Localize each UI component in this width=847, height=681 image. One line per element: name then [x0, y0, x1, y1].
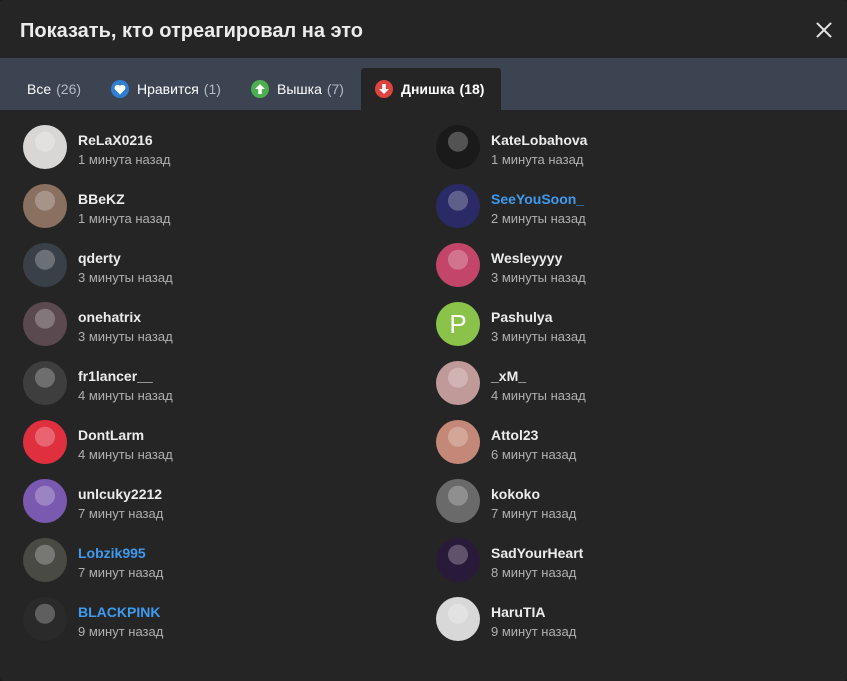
- reaction-time: 7 минут назад: [491, 506, 577, 521]
- reaction-time: 7 минут назад: [78, 506, 164, 521]
- reaction-time: 9 минут назад: [491, 624, 577, 639]
- reaction-time: 3 минуты назад: [78, 270, 173, 285]
- avatar[interactable]: P: [436, 302, 480, 346]
- tab-count: (1): [203, 81, 221, 97]
- heart-icon: [111, 80, 129, 98]
- username-link[interactable]: ReLaX0216: [78, 132, 153, 148]
- avatar[interactable]: [436, 479, 480, 523]
- user-list-item: Lobzik995 7 минут назад: [23, 538, 413, 597]
- tab-count: (26): [56, 81, 82, 97]
- username-link[interactable]: Attol23: [491, 427, 538, 443]
- reaction-time: 1 минута назад: [78, 152, 171, 167]
- user-list-item: unlcuky2212 7 минут назад: [23, 479, 413, 538]
- username-link[interactable]: BLACKPINK: [78, 604, 160, 620]
- username-link[interactable]: Wesleyyyy: [491, 250, 562, 266]
- dialog-header: Показать, кто отреагировал на это: [0, 0, 847, 58]
- arrow-up-icon: [251, 80, 269, 98]
- users-column-left: ReLaX0216 1 минута назад BBeKZ 1 минута наз…: [23, 125, 413, 656]
- tab-downvote[interactable]: Днишка (18): [361, 68, 501, 110]
- username-link[interactable]: kokoko: [491, 486, 540, 502]
- reaction-time: 7 минут назад: [78, 565, 164, 580]
- username-link[interactable]: fr1lancer__: [78, 368, 153, 384]
- user-list-item: fr1lancer__ 4 минуты назад: [23, 361, 413, 420]
- avatar[interactable]: [23, 125, 67, 169]
- avatar[interactable]: [436, 243, 480, 287]
- tab-like[interactable]: Нравится (1): [97, 68, 235, 110]
- user-list-item: onehatrix 3 минуты назад: [23, 302, 413, 361]
- user-list-item: _xM_ 4 минуты назад: [436, 361, 826, 420]
- user-list-item: Wesleyyyy 3 минуты назад: [436, 243, 826, 302]
- reaction-time: 4 минуты назад: [491, 388, 586, 403]
- user-list-item: SadYourHeart 8 минут назад: [436, 538, 826, 597]
- reaction-time: 3 минуты назад: [491, 329, 586, 344]
- tab-label: Нравится: [137, 81, 199, 97]
- tab-label: Днишка: [401, 81, 455, 97]
- username-link[interactable]: KateLobahova: [491, 132, 587, 148]
- user-list-item: BBeKZ 1 минута назад: [23, 184, 413, 243]
- avatar[interactable]: [23, 479, 67, 523]
- tab-label: Все: [27, 81, 52, 97]
- user-list-item: KateLobahova 1 минута назад: [436, 125, 826, 184]
- username-link[interactable]: SeeYouSoon_: [491, 191, 584, 207]
- user-list-item: P Pashulya 3 минуты назад: [436, 302, 826, 361]
- reaction-time: 9 минут назад: [78, 624, 164, 639]
- avatar[interactable]: [436, 361, 480, 405]
- reaction-time: 6 минут назад: [491, 447, 577, 462]
- tab-upvote[interactable]: Вышка (7): [237, 68, 358, 110]
- avatar[interactable]: [23, 184, 67, 228]
- reactions-dialog: Показать, кто отреагировал на это Все (2…: [0, 0, 847, 681]
- avatar[interactable]: [436, 420, 480, 464]
- reaction-tabs: Все (26) Нравится (1) Вышка (7) Днишка (…: [0, 58, 847, 110]
- avatar[interactable]: [436, 125, 480, 169]
- username-link[interactable]: qderty: [78, 250, 121, 266]
- username-link[interactable]: HaruTIA: [491, 604, 545, 620]
- avatar[interactable]: [23, 538, 67, 582]
- reaction-time: 4 минуты назад: [78, 447, 173, 462]
- tab-label: Вышка: [277, 81, 322, 97]
- reaction-time: 2 минуты назад: [491, 211, 586, 226]
- username-link[interactable]: BBeKZ: [78, 191, 125, 207]
- user-list-item: Attol23 6 минут назад: [436, 420, 826, 479]
- arrow-down-icon: [375, 80, 393, 98]
- user-list-item: HaruTIA 9 минут назад: [436, 597, 826, 656]
- tab-all[interactable]: Все (26): [13, 68, 95, 110]
- avatar[interactable]: [23, 302, 67, 346]
- reaction-time: 1 минута назад: [78, 211, 171, 226]
- avatar[interactable]: [436, 597, 480, 641]
- user-list-item: SeeYouSoon_ 2 минуты назад: [436, 184, 826, 243]
- username-link[interactable]: SadYourHeart: [491, 545, 583, 561]
- user-list-item: kokoko 7 минут назад: [436, 479, 826, 538]
- avatar[interactable]: [23, 361, 67, 405]
- reaction-time: 1 минута назад: [491, 152, 584, 167]
- reaction-time: 4 минуты назад: [78, 388, 173, 403]
- avatar[interactable]: [23, 420, 67, 464]
- avatar[interactable]: [23, 597, 67, 641]
- dialog-title: Показать, кто отреагировал на это: [20, 20, 364, 42]
- username-link[interactable]: Pashulya: [491, 309, 552, 325]
- reaction-time: 3 минуты назад: [78, 329, 173, 344]
- username-link[interactable]: _xM_: [491, 368, 526, 384]
- avatar[interactable]: [436, 538, 480, 582]
- avatar[interactable]: [23, 243, 67, 287]
- username-link[interactable]: unlcuky2212: [78, 486, 162, 502]
- username-link[interactable]: onehatrix: [78, 309, 141, 325]
- username-link[interactable]: Lobzik995: [78, 545, 146, 561]
- reaction-time: 3 минуты назад: [491, 270, 586, 285]
- user-list-item: DontLarm 4 минуты назад: [23, 420, 413, 479]
- close-icon[interactable]: [813, 19, 835, 41]
- user-list-item: ReLaX0216 1 минута назад: [23, 125, 413, 184]
- tab-count: (7): [326, 81, 344, 97]
- users-column-right: KateLobahova 1 минута назад SeeYouSoon_ 2 м…: [436, 125, 826, 656]
- tab-count: (18): [459, 81, 485, 97]
- avatar-letter: P: [449, 308, 467, 339]
- reaction-time: 8 минут назад: [491, 565, 577, 580]
- username-link[interactable]: DontLarm: [78, 427, 144, 443]
- avatar[interactable]: [436, 184, 480, 228]
- user-list-item: qderty 3 минуты назад: [23, 243, 413, 302]
- user-list-item: BLACKPINK 9 минут назад: [23, 597, 413, 656]
